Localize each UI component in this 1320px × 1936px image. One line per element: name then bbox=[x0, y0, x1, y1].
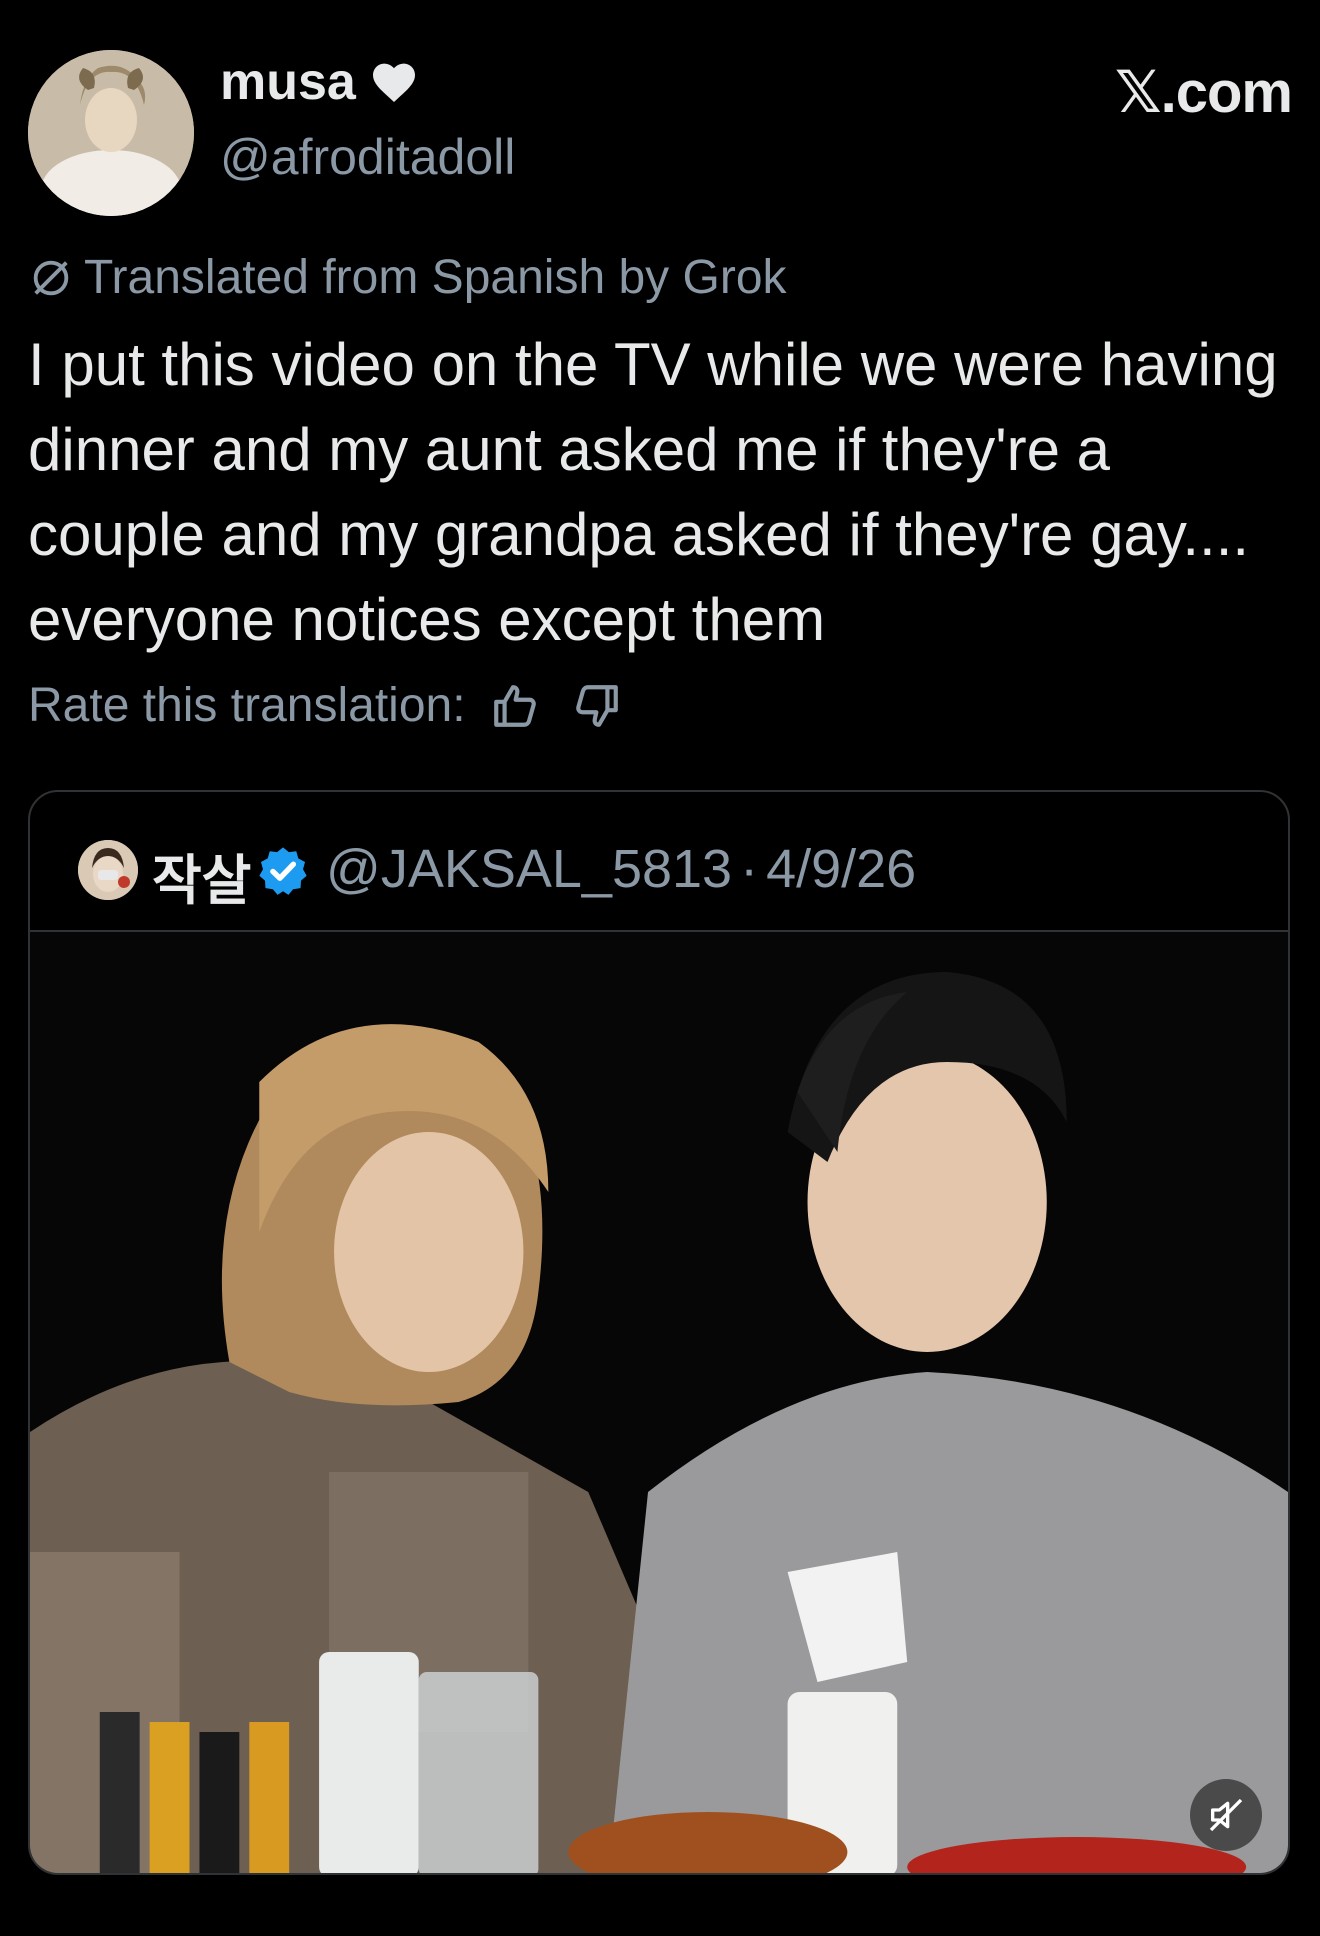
mute-button[interactable] bbox=[1190, 1779, 1262, 1851]
post-header: musa @afroditadoll 𝕏.com bbox=[28, 38, 1293, 216]
meta-separator: · bbox=[740, 839, 759, 899]
quoted-meta-row: @JAKSAL_5813 · 4/9/26 bbox=[326, 838, 916, 900]
translation-note: Translated from Spanish by Grok bbox=[28, 250, 787, 305]
author-avatar[interactable] bbox=[28, 50, 194, 216]
author-display-name[interactable]: musa bbox=[220, 56, 356, 108]
author-handle[interactable]: @afroditadoll bbox=[220, 128, 515, 186]
author-name-row[interactable]: musa bbox=[220, 56, 418, 108]
thumbs-down-icon[interactable] bbox=[572, 681, 622, 731]
quoted-post-header: 작살 @JAKSAL_5813 · 4/9/26 bbox=[30, 792, 1288, 932]
translate-icon bbox=[28, 255, 74, 301]
quoted-video[interactable] bbox=[30, 932, 1288, 1873]
rate-translation-label: Rate this translation: bbox=[28, 679, 466, 732]
quoted-author-avatar[interactable] bbox=[78, 840, 138, 900]
site-logo: 𝕏.com bbox=[1114, 60, 1293, 125]
heart-icon bbox=[370, 60, 418, 104]
rate-translation-row: Rate this translation: bbox=[28, 678, 622, 733]
mute-icon bbox=[1209, 1798, 1243, 1832]
translation-note-text: Translated from Spanish by Grok bbox=[84, 251, 787, 304]
thumbs-up-icon[interactable] bbox=[490, 681, 540, 731]
tweet-text: I put this video on the TV while we were… bbox=[28, 331, 1278, 653]
quoted-post-date[interactable]: 4/9/26 bbox=[766, 838, 916, 900]
quoted-author-name[interactable]: 작살 bbox=[152, 836, 251, 915]
quoted-author-handle[interactable]: @JAKSAL_5813 bbox=[326, 838, 732, 900]
quoted-post-card[interactable]: 작살 @JAKSAL_5813 · 4/9/26 bbox=[28, 790, 1290, 1875]
verified-badge-icon bbox=[256, 844, 310, 898]
